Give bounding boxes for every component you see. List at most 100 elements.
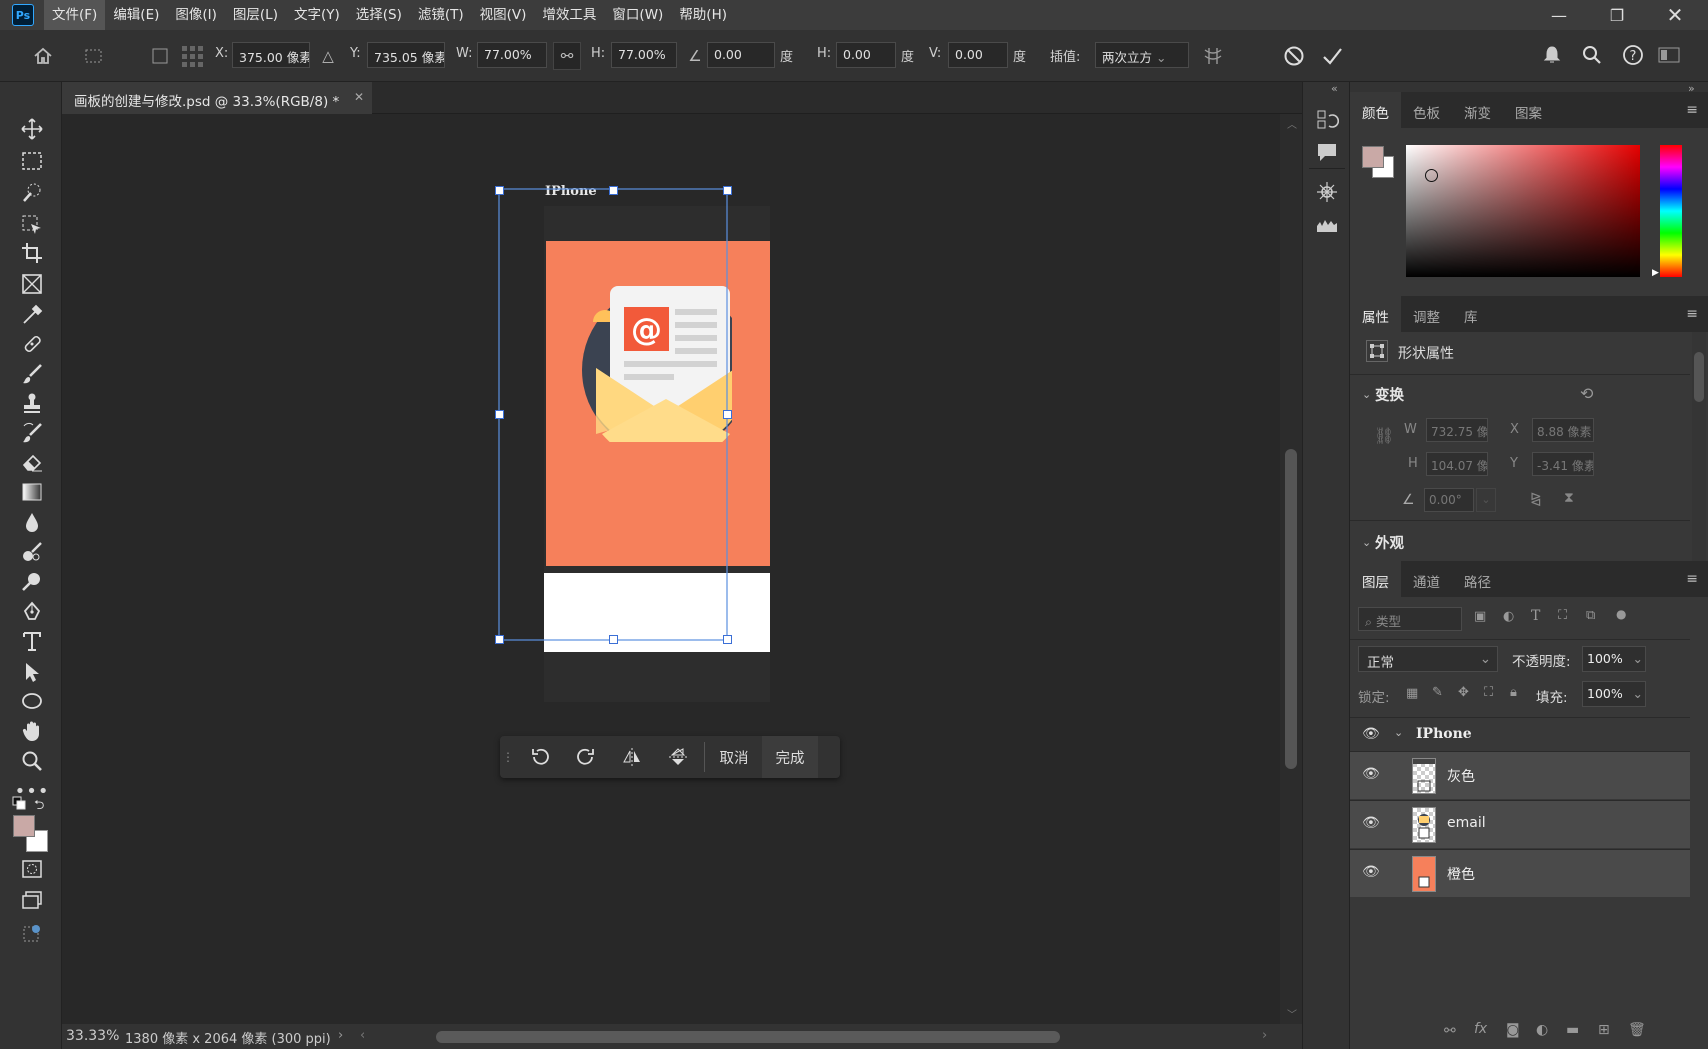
handle-top-left[interactable] — [495, 186, 504, 195]
lock-transparency-icon[interactable]: ▦ — [1406, 686, 1418, 701]
eraser-tool-icon[interactable] — [18, 449, 46, 475]
canvas-area[interactable]: IPhone @ ⋮ 取消 完成 — [62, 114, 1280, 1024]
fx-icon[interactable]: fx — [1474, 1021, 1487, 1037]
history-icon[interactable] — [1315, 108, 1340, 132]
width-field[interactable]: 732.75 像素 — [1426, 418, 1488, 442]
menu-plugins[interactable]: 增效工具 — [534, 0, 604, 30]
bell-icon[interactable] — [1540, 42, 1564, 68]
scroll-left-icon[interactable]: ‹ — [360, 1028, 365, 1043]
panel-menu-icon[interactable]: ≡ — [1686, 102, 1698, 118]
layer-filter-select[interactable]: ⌕ 类型 — [1358, 607, 1462, 631]
y-position-field[interactable]: 735.05 像素 — [367, 42, 445, 68]
width-field[interactable]: 77.00% — [477, 42, 547, 68]
interpolation-select[interactable]: 两次立方 ⌄ — [1095, 42, 1189, 68]
menu-type[interactable]: 文字(Y) — [286, 0, 348, 30]
zoom-tool-icon[interactable] — [18, 748, 46, 774]
scroll-down-icon[interactable]: ﹀ — [1287, 1006, 1297, 1021]
minimize-button[interactable]: — — [1532, 0, 1586, 30]
handle-top-right[interactable] — [723, 186, 732, 195]
scroll-right-icon[interactable]: › — [1262, 1028, 1267, 1043]
tab-color[interactable]: 颜色 — [1350, 92, 1401, 128]
layer-row-gray[interactable]: 👁︎ 灰色 — [1350, 751, 1690, 799]
handle-bottom-right[interactable] — [723, 635, 732, 644]
type-tool-icon[interactable] — [18, 628, 46, 654]
menu-edit[interactable]: 编辑(E) — [105, 0, 167, 30]
collapse-icon[interactable]: « — [1331, 82, 1338, 95]
handle-top[interactable] — [609, 186, 618, 195]
menu-help[interactable]: 帮助(H) — [671, 0, 735, 30]
lock-pixels-icon[interactable]: ✎ — [1432, 685, 1443, 700]
foreground-color-swatch[interactable] — [13, 815, 35, 837]
hue-slider-pointer-icon[interactable]: ▶ — [1652, 268, 1659, 278]
menu-filter[interactable]: 滤镜(T) — [410, 0, 472, 30]
search-icon[interactable] — [1580, 42, 1604, 68]
quick-mask-icon[interactable] — [18, 856, 46, 882]
vertical-scroll-thumb[interactable] — [1285, 449, 1297, 769]
tab-patterns[interactable]: 图案 — [1503, 92, 1554, 128]
menu-file[interactable]: 文件(F) — [44, 0, 106, 30]
appearance-section-title[interactable]: 外观 — [1375, 532, 1404, 553]
smart-object-filter-icon[interactable]: ⧉ — [1586, 608, 1595, 623]
layer-row-email[interactable]: 👁︎ email — [1350, 800, 1690, 848]
relative-position-icon[interactable]: △ — [318, 46, 338, 66]
close-window-button[interactable]: ✕ — [1648, 0, 1702, 30]
cancel-button[interactable]: 取消 — [706, 736, 762, 778]
zoom-level[interactable]: 33.33% — [66, 1028, 119, 1044]
artboard-label[interactable]: IPhone — [545, 184, 597, 199]
properties-scroll-thumb[interactable] — [1694, 352, 1704, 402]
home-icon[interactable] — [30, 44, 56, 68]
foreground-color-chip[interactable] — [1362, 146, 1384, 168]
layer-group-name[interactable]: IPhone — [1416, 726, 1472, 742]
shape-filter-icon[interactable]: ⛶ — [1558, 608, 1567, 623]
height-field[interactable]: 77.00% — [611, 42, 677, 68]
drag-handle-icon[interactable]: ⋮ — [500, 736, 516, 778]
layer-name[interactable]: email — [1447, 815, 1486, 831]
dodge-tool-icon[interactable] — [18, 539, 46, 565]
frame-tool-icon[interactable] — [18, 271, 46, 297]
height-field[interactable]: 104.07 像素 — [1426, 452, 1488, 476]
blend-mode-select[interactable]: 正常 ⌄ — [1358, 646, 1498, 672]
x-field[interactable]: 8.88 像素 — [1532, 418, 1594, 442]
tab-libraries[interactable]: 库 — [1452, 296, 1490, 332]
x-position-field[interactable]: 375.00 像素 — [232, 42, 310, 68]
image-filter-icon[interactable]: ▣ — [1474, 609, 1486, 624]
lock-artboard-icon[interactable]: ⛶ — [1484, 685, 1493, 700]
layer-name[interactable]: 橙色 — [1447, 864, 1475, 884]
hand-tool-icon[interactable] — [18, 718, 46, 744]
hue-slider[interactable] — [1660, 145, 1682, 277]
menu-view[interactable]: 视图(V) — [472, 0, 535, 30]
reset-transform-icon[interactable]: ⟲ — [1580, 384, 1593, 403]
layer-name[interactable]: 灰色 — [1447, 766, 1475, 786]
ellipse-tool-icon[interactable] — [18, 688, 46, 714]
tab-paths[interactable]: 路径 — [1452, 561, 1503, 597]
tab-gradients[interactable]: 渐变 — [1452, 92, 1503, 128]
tab-document[interactable]: 画板的创建与修改.psd @ 33.3%(RGB/8) * ✕ — [62, 82, 372, 114]
lock-position-icon[interactable]: ✥ — [1458, 685, 1469, 700]
screen-mode-icon[interactable] — [18, 887, 46, 913]
horizontal-skew-field[interactable]: 0.00 — [836, 42, 896, 68]
rotation-field[interactable]: 0.00 — [707, 42, 775, 68]
add-mask-icon[interactable]: ◙ — [1506, 1022, 1520, 1038]
reference-point-checkbox[interactable] — [150, 46, 170, 66]
comments-icon[interactable] — [1315, 140, 1339, 164]
vertical-skew-field[interactable]: 0.00 — [948, 42, 1008, 68]
vertical-scrollbar[interactable]: ︿ ﹀ — [1280, 114, 1302, 1024]
panel-menu-icon[interactable]: ≡ — [1686, 571, 1698, 587]
properties-scrollbar[interactable] — [1692, 332, 1706, 597]
magnify-dodge-tool-icon[interactable] — [18, 569, 46, 595]
new-layer-icon[interactable]: ⊞ — [1598, 1022, 1610, 1038]
marquee-tool-icon[interactable] — [18, 148, 46, 174]
status-menu-icon[interactable]: › — [338, 1028, 343, 1043]
layer-group-row[interactable]: 👁︎ ⌄ IPhone — [1350, 717, 1690, 751]
color-field[interactable] — [1406, 145, 1640, 277]
link-layers-icon[interactable]: ⚯ — [1444, 1023, 1456, 1039]
menu-image[interactable]: 图像(I) — [167, 0, 225, 30]
help-icon[interactable]: ? — [1620, 42, 1646, 68]
chevron-down-icon[interactable]: ⌄ — [1362, 388, 1371, 401]
horizontal-scroll-thumb[interactable] — [436, 1031, 1060, 1043]
visibility-eye-icon[interactable]: 👁︎ — [1362, 726, 1380, 742]
tab-layers[interactable]: 图层 — [1350, 561, 1401, 597]
warp-mode-icon[interactable] — [1200, 44, 1226, 68]
healing-brush-tool-icon[interactable] — [18, 331, 46, 357]
link-dimensions-icon[interactable]: ⛓ — [1374, 426, 1394, 445]
